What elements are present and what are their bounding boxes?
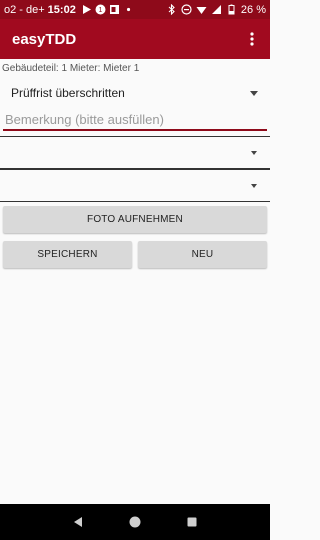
clock: 15:02 xyxy=(47,3,76,16)
app-title: easyTDD xyxy=(12,30,77,48)
home-icon[interactable] xyxy=(125,512,145,532)
spinner-2[interactable] xyxy=(0,136,270,169)
new-button[interactable]: NEU xyxy=(138,241,267,268)
do-not-disturb-icon xyxy=(181,4,192,15)
wifi-icon xyxy=(196,4,207,15)
dropdown-arrow-icon xyxy=(251,183,257,188)
battery-label: 26 % xyxy=(240,3,266,16)
status-right: 26 % xyxy=(166,4,266,16)
back-icon[interactable] xyxy=(68,512,88,532)
signal-icon xyxy=(211,4,222,15)
outlook-icon xyxy=(109,4,120,15)
svg-text:1: 1 xyxy=(98,7,102,14)
app-bar: easyTDD xyxy=(0,19,270,59)
battery-icon xyxy=(226,4,237,15)
notification-icon: 1 xyxy=(95,4,106,15)
dropdown-arrow-icon xyxy=(251,150,257,155)
status-bar: o2 - de+ 15:02 1 26 % xyxy=(0,0,270,19)
status-spinner[interactable]: Prüffrist überschritten xyxy=(0,82,270,104)
status-left: o2 - de+ 15:02 1 xyxy=(4,4,134,16)
navigation-bar xyxy=(0,504,270,540)
dot-icon xyxy=(123,4,134,15)
bluetooth-icon xyxy=(166,4,177,15)
take-photo-button[interactable]: FOTO AUFNEHMEN xyxy=(3,206,267,233)
spinner-3[interactable] xyxy=(0,169,270,202)
overflow-menu-icon[interactable] xyxy=(244,27,260,51)
building-tenant-info: Gebäudeteil: 1 Mieter: Mieter 1 xyxy=(2,63,140,74)
recents-icon[interactable] xyxy=(182,512,202,532)
dropdown-arrow-icon xyxy=(250,90,258,96)
save-button[interactable]: SPEICHERN xyxy=(3,241,132,268)
status-spinner-value: Prüffrist überschritten xyxy=(11,86,125,100)
remark-input[interactable] xyxy=(3,110,267,131)
carrier-label: o2 - de+ xyxy=(4,3,45,16)
play-icon xyxy=(81,4,92,15)
